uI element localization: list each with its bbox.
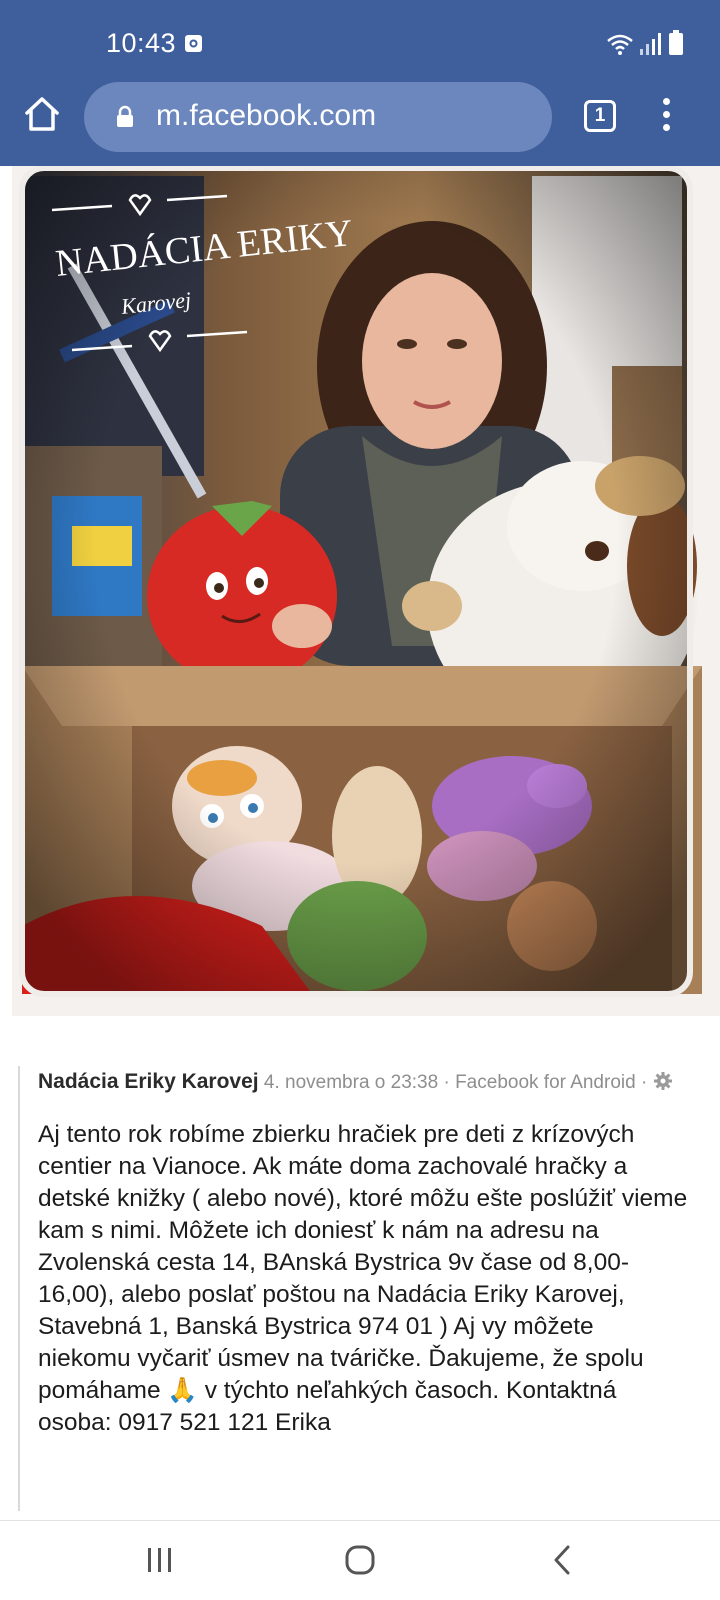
- praying-hands-emoji: 🙏: [167, 1377, 198, 1404]
- signal-icon: [640, 33, 661, 55]
- gear-icon: [653, 1072, 672, 1090]
- photo-illustration: NADÁCIA ERIKY Karovej: [19, 166, 702, 997]
- post-body-text-1: Aj tento rok robíme zbierku hračiek pre …: [38, 1121, 688, 1404]
- lock-icon: [117, 105, 133, 127]
- post-meta[interactable]: 4. novembra o 23:38 · Facebook for Andro…: [259, 1072, 653, 1093]
- post-content: Nadácia Eriky Karovej 4. novembra o 23:3…: [18, 1066, 708, 1511]
- more-vert-icon[interactable]: [660, 98, 672, 134]
- home-icon[interactable]: [345, 1545, 375, 1575]
- back-icon[interactable]: [552, 1545, 572, 1575]
- post-author[interactable]: Nadácia Eriky Karovej: [38, 1070, 259, 1093]
- home-icon[interactable]: [22, 94, 62, 134]
- status-clock: 10:43: [106, 28, 177, 58]
- tabs-icon[interactable]: 1: [584, 100, 616, 132]
- wifi-icon: [607, 34, 633, 55]
- status-icons: [606, 30, 684, 56]
- post-body: Aj tento rok robíme zbierku hračiek pre …: [20, 1119, 708, 1439]
- post-photo[interactable]: NADÁCIA ERIKY Karovej: [12, 166, 720, 1016]
- url-text: m.facebook.com: [156, 99, 377, 132]
- battery-icon: [669, 30, 683, 55]
- post-header: Nadácia Eriky Karovej 4. novembra o 23:3…: [20, 1066, 708, 1099]
- status-bar: 10:43: [0, 0, 720, 80]
- address-bar[interactable]: m.facebook.com: [84, 82, 552, 152]
- recents-icon[interactable]: [146, 1547, 174, 1573]
- browser-top-bar: 10:43 m.facebook.com 1: [0, 0, 720, 166]
- system-navigation-bar: [0, 1520, 720, 1600]
- screenshot-notification-icon: [185, 35, 202, 52]
- browser-toolbar: m.facebook.com 1: [0, 80, 720, 154]
